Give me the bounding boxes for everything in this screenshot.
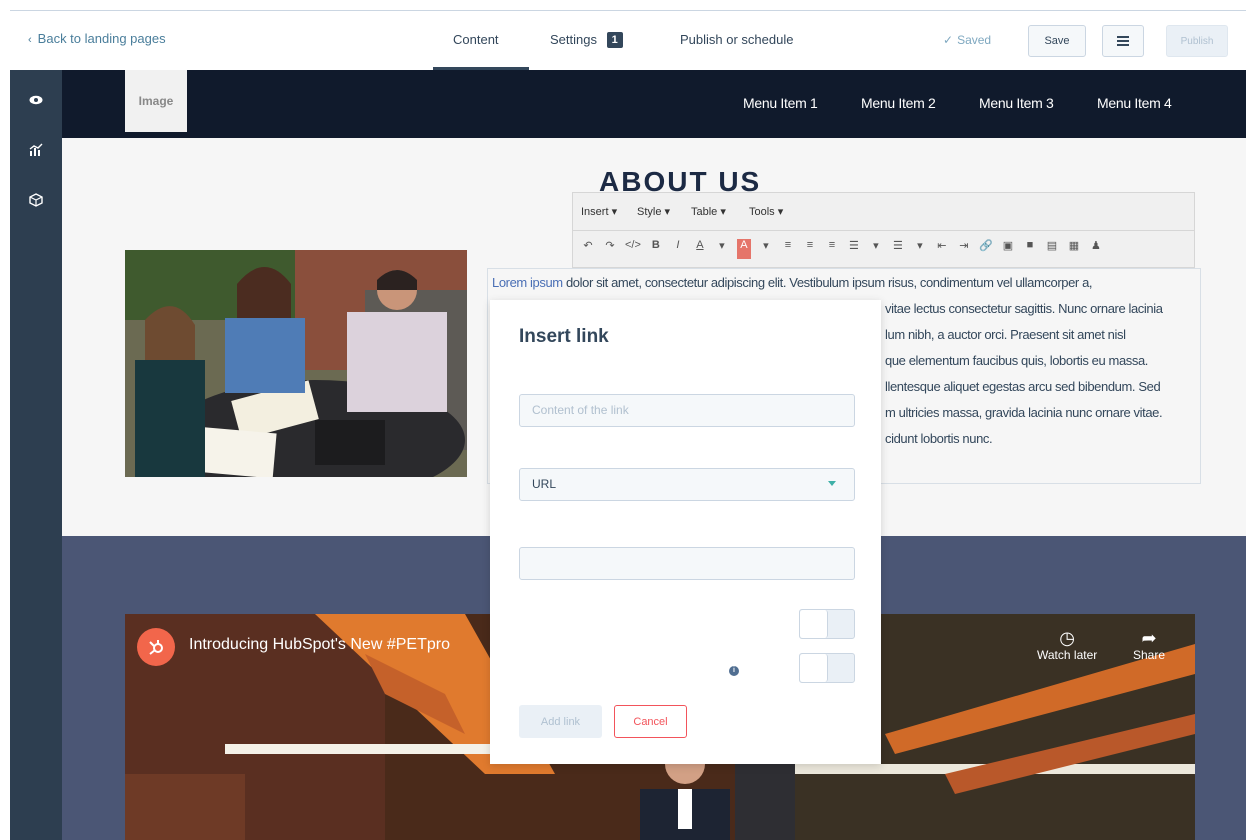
undo-icon[interactable]: ↶ <box>581 239 595 259</box>
page: ‹ Back to landing pages Content Settings … <box>0 0 1246 840</box>
cancel-button[interactable]: Cancel <box>614 705 687 738</box>
highlight-color-dropdown-icon[interactable]: ▾ <box>759 239 773 259</box>
body-text-line-3: lum nibh, a auctor orci. Praesent sit am… <box>885 327 1126 342</box>
nav-menu-item-4[interactable]: Menu Item 4 <box>1097 95 1172 111</box>
toolbar-menu-table[interactable]: Table ▾ <box>691 205 726 218</box>
body-text-line-1: Lorem ipsum dolor sit amet, consectetur … <box>492 275 1093 290</box>
share-label: Share <box>1133 648 1166 662</box>
toolbar-icon-row: ↶ ↷ </> B I A ▾ A ▾ ≡ ≡ ≡ ☰ ▾ ☰ ▾ ⇤ ⇥ 🔗 … <box>581 239 1103 259</box>
nav-menu-item-1[interactable]: Menu Item 1 <box>743 95 818 111</box>
info-icon[interactable]: i <box>729 666 739 676</box>
tab-publish-label: Publish or schedule <box>680 32 794 47</box>
highlight-color-icon[interactable]: A <box>736 239 751 259</box>
link-type-value: URL <box>532 477 557 491</box>
tab-settings-label: Settings <box>550 32 597 47</box>
italic-icon[interactable]: I <box>671 239 685 259</box>
save-button-label: Save <box>1044 35 1070 47</box>
rich-text-toolbar: Insert ▾ Style ▾ Table ▾ Tools ▾ ↶ ↷ </>… <box>572 192 1195 268</box>
bulleted-list-dropdown-icon[interactable]: ▾ <box>869 239 883 259</box>
body-text-line-4: que elementum faucibus quis, lobortis eu… <box>885 353 1149 368</box>
body-text-line-6: m ultricies massa, gravida lacinia nunc … <box>885 405 1163 420</box>
url-input[interactable] <box>519 547 855 580</box>
body-text-line-7: cidunt lobortis nunc. <box>885 431 993 446</box>
office-meeting-photo[interactable] <box>125 250 467 477</box>
hamburger-icon <box>1117 36 1129 46</box>
link-type-select[interactable]: URL <box>519 468 855 501</box>
share-icon: ➦ <box>1141 628 1157 648</box>
settings-count-badge: 1 <box>606 32 623 48</box>
save-button[interactable]: Save <box>1028 25 1086 57</box>
logo-placeholder-label: Image <box>138 94 174 108</box>
modal-title: Insert link <box>519 326 609 347</box>
redo-icon[interactable]: ↷ <box>603 239 617 259</box>
text-color-icon[interactable]: A <box>693 239 707 259</box>
logo-image-placeholder[interactable]: Image <box>125 70 187 132</box>
more-menu-button[interactable] <box>1102 25 1144 57</box>
saved-status-label: Saved <box>957 33 992 47</box>
left-tool-rail <box>10 70 62 840</box>
editor-top-bar: ‹ Back to landing pages Content Settings … <box>10 10 1246 70</box>
site-navbar: Image Menu Item 1 Menu Item 2 Menu Item … <box>62 70 1246 138</box>
cube-icon[interactable] <box>26 190 46 210</box>
body-text-link[interactable]: Lorem ipsum <box>492 275 563 290</box>
link-content-field[interactable]: Content of the link <box>519 394 855 427</box>
align-center-icon[interactable]: ≡ <box>803 239 817 259</box>
add-link-label: Add link <box>540 715 581 728</box>
body-text-line-2: vitae lectus consectetur sagittis. Nunc … <box>885 301 1163 316</box>
toggle-knob <box>800 654 828 682</box>
personalize-icon[interactable]: ♟ <box>1089 239 1103 259</box>
insert-link-modal: Insert link Content of the link URL i Ad… <box>490 300 881 764</box>
embed-icon[interactable]: ▤ <box>1045 239 1059 259</box>
chevron-down-icon <box>828 481 836 486</box>
outdent-icon[interactable]: ⇤ <box>935 239 949 259</box>
saved-status: ✓ Saved <box>943 33 991 47</box>
body-text-line-1-rest: dolor sit amet, consectetur adipiscing e… <box>562 275 1093 290</box>
source-code-icon[interactable]: </> <box>625 239 641 259</box>
bold-icon[interactable]: B <box>649 239 663 259</box>
bulleted-list-icon[interactable]: ☰ <box>847 239 861 259</box>
publish-button-label: Publish <box>1180 35 1214 47</box>
align-right-icon[interactable]: ≡ <box>825 239 839 259</box>
open-in-new-tab-toggle[interactable] <box>799 609 855 639</box>
toolbar-menu-tools[interactable]: Tools ▾ <box>749 205 783 218</box>
back-link-label: Back to landing pages <box>37 31 166 46</box>
clock-icon: ◷ <box>1059 628 1075 648</box>
nav-menu-item-2[interactable]: Menu Item 2 <box>861 95 936 111</box>
numbered-list-dropdown-icon[interactable]: ▾ <box>913 239 927 259</box>
chevron-left-icon: ‹ <box>28 34 32 46</box>
toolbar-menu-insert[interactable]: Insert ▾ <box>581 205 617 218</box>
toolbar-menu-row: Insert ▾ Style ▾ Table ▾ Tools ▾ <box>573 193 1194 231</box>
tab-content[interactable]: Content <box>453 32 499 47</box>
align-left-icon[interactable]: ≡ <box>781 239 795 259</box>
watch-later-label: Watch later <box>1037 648 1098 662</box>
add-link-button[interactable]: Add link <box>519 705 602 738</box>
tab-content-label: Content <box>453 32 499 47</box>
back-to-landing-pages-link[interactable]: ‹ Back to landing pages <box>28 31 166 46</box>
toggle-knob <box>800 610 828 638</box>
video-title[interactable]: Introducing HubSpot's New #PETpro <box>189 636 450 654</box>
analytics-icon[interactable] <box>26 140 46 160</box>
image-icon[interactable]: ▣ <box>1001 239 1015 259</box>
cta-icon[interactable]: ▦ <box>1067 239 1081 259</box>
check-icon: ✓ <box>943 33 954 47</box>
cancel-label: Cancel <box>633 715 668 728</box>
nofollow-toggle[interactable] <box>799 653 855 683</box>
text-color-dropdown-icon[interactable]: ▾ <box>715 239 729 259</box>
tab-publish-or-schedule[interactable]: Publish or schedule <box>680 32 793 47</box>
hubspot-logo-icon <box>137 628 175 666</box>
toolbar-menu-style[interactable]: Style ▾ <box>637 205 670 218</box>
publish-button[interactable]: Publish <box>1166 25 1228 57</box>
eye-icon[interactable] <box>26 90 46 110</box>
link-content-placeholder: Content of the link <box>532 403 629 417</box>
body-text-line-5: llentesque aliquet egestas arcu sed bibe… <box>885 379 1161 394</box>
watch-later-button[interactable]: ◷ Watch later <box>1037 628 1097 662</box>
share-button[interactable]: ➦ Share <box>1133 628 1165 662</box>
indent-icon[interactable]: ⇥ <box>957 239 971 259</box>
tab-settings[interactable]: Settings 1 <box>550 32 623 48</box>
video-icon[interactable]: ■ <box>1023 239 1037 259</box>
nav-menu-item-3[interactable]: Menu Item 3 <box>979 95 1054 111</box>
link-icon[interactable]: 🔗 <box>979 239 993 259</box>
numbered-list-icon[interactable]: ☰ <box>891 239 905 259</box>
